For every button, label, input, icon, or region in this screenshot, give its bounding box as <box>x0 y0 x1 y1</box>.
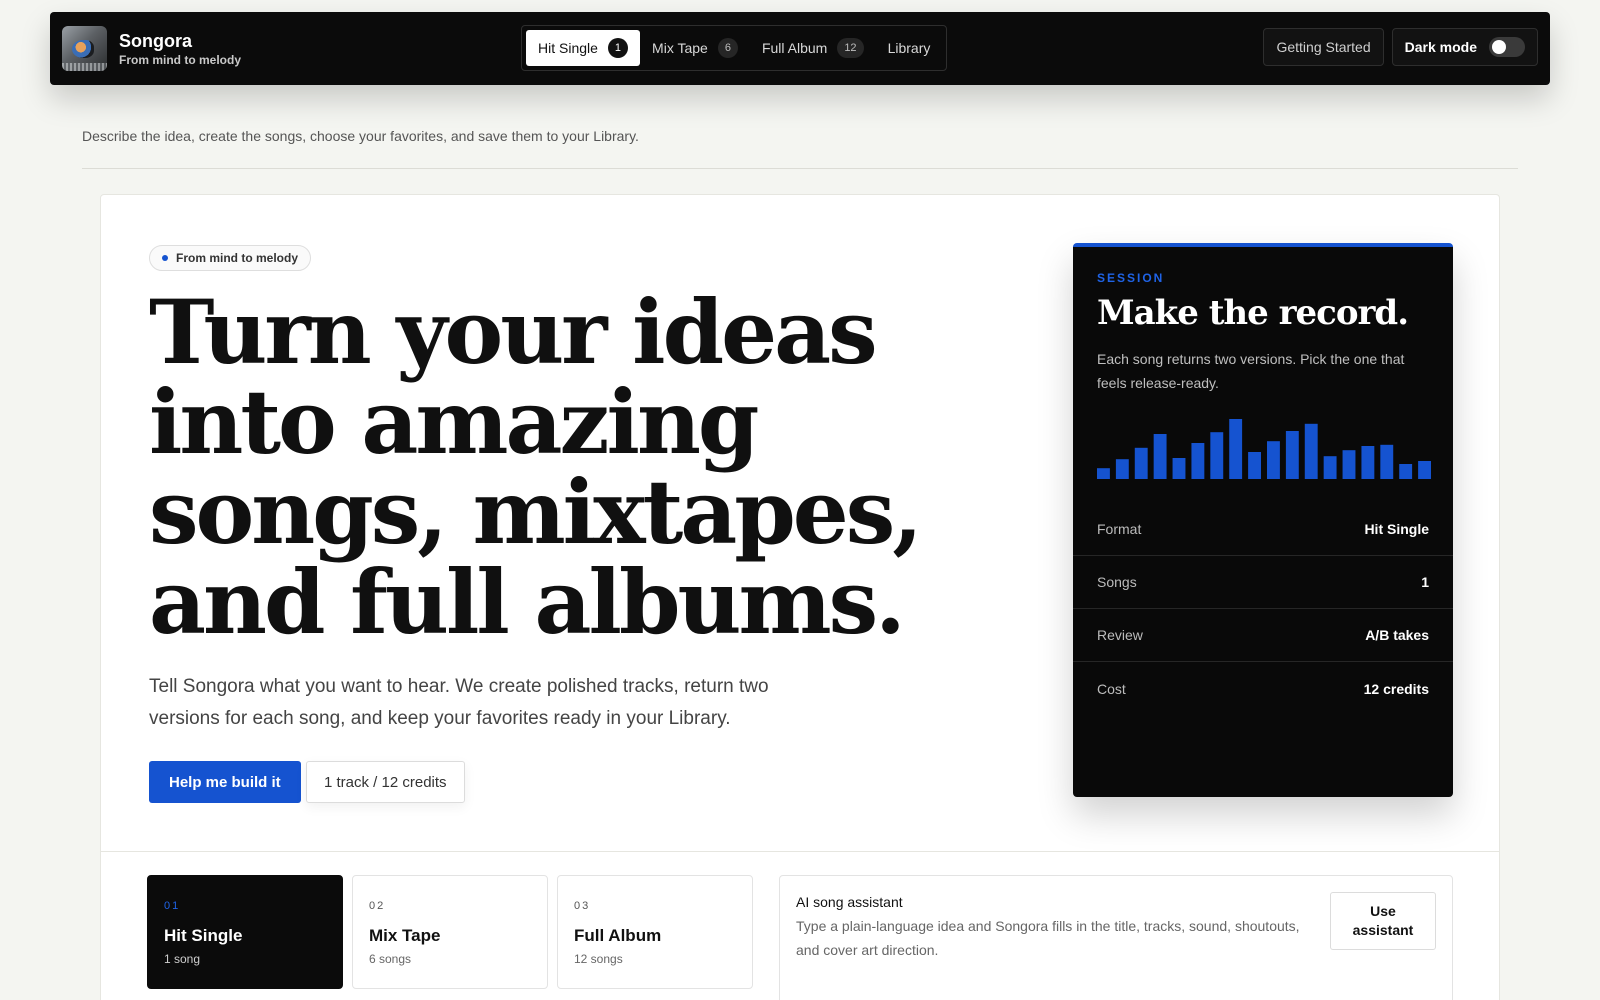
hero-card: From mind to melody Turn your ideas into… <box>100 194 1500 1000</box>
brand-name: Songora <box>119 30 193 51</box>
session-description: Each song returns two versions. Pick the… <box>1097 351 1405 391</box>
session-row-review: Review A/B takes <box>1073 609 1453 662</box>
session-row-cost: Cost 12 credits <box>1073 662 1453 715</box>
row-value: 1 <box>1421 574 1429 590</box>
tab-label: Mix Tape <box>652 40 708 56</box>
row-key: Songs <box>1097 574 1137 590</box>
dot-icon <box>162 255 168 261</box>
session-details: Format Hit Single Songs 1 Review A/B tak… <box>1073 503 1453 715</box>
session-row-songs: Songs 1 <box>1073 556 1453 609</box>
format-name: Hit Single <box>164 926 243 945</box>
brand[interactable]: Songora From mind to melody <box>62 26 512 71</box>
intro-text: Describe the idea, create the songs, cho… <box>82 128 639 144</box>
tab-label: Full Album <box>761 40 828 56</box>
row-key: Format <box>1097 521 1142 537</box>
dark-mode-label: Dark mode <box>1404 39 1477 55</box>
header-actions: Getting Started Dark mode <box>1263 28 1538 66</box>
brand-tagline: From mind to melody <box>119 52 242 67</box>
waveform-bar <box>1191 443 1205 479</box>
tab-mix-tape[interactable]: Mix Tape 6 <box>640 30 750 66</box>
tab-library[interactable]: Library <box>876 30 943 66</box>
row-value: 12 credits <box>1363 680 1429 697</box>
format-name: Full Album <box>574 926 662 945</box>
format-card-mix-tape[interactable]: 02 Mix Tape 6 songs <box>352 875 548 989</box>
hero-subtext: Tell Songora what you want to hear. We c… <box>149 676 769 729</box>
waveform-bar <box>1172 458 1186 479</box>
format-tabs: Hit Single 1 Mix Tape 6 Full Album 12 Li… <box>521 25 948 71</box>
dark-mode-toggle[interactable]: Dark mode <box>1391 28 1538 66</box>
format-card-hit-single[interactable]: 01 Hit Single 1 song <box>147 875 343 989</box>
hero-pill-label: From mind to melody <box>176 251 299 265</box>
logo-image <box>62 26 107 71</box>
waveform-bar <box>1418 461 1431 479</box>
getting-started-button[interactable]: Getting Started <box>1263 28 1384 66</box>
row-key: Review <box>1097 627 1143 643</box>
section-divider <box>101 851 1499 852</box>
waveform-bar <box>1115 459 1129 479</box>
format-number: 02 <box>369 900 386 912</box>
session-row-format: Format Hit Single <box>1073 503 1453 556</box>
assistant-description: Type a plain-language idea and Songora f… <box>796 918 1300 958</box>
waveform-bar <box>1210 432 1224 479</box>
waveform-bar <box>1285 431 1299 479</box>
session-title: Make the record. <box>1097 293 1409 333</box>
tab-count-badge: 6 <box>717 38 738 58</box>
ai-assistant-card: AI song assistant Type a plain-language … <box>779 875 1453 1000</box>
waveform-bar <box>1134 447 1148 479</box>
format-name: Mix Tape <box>369 926 441 945</box>
session-panel: SESSION Make the record. Each song retur… <box>1073 243 1453 797</box>
waveform-bar <box>1361 446 1375 479</box>
waveform-visualizer <box>1097 419 1431 479</box>
waveform-bar <box>1323 456 1337 479</box>
waveform-bar <box>1229 419 1243 479</box>
hero-pill: From mind to melody <box>149 245 312 271</box>
divider <box>82 168 1518 169</box>
waveform-bar <box>1097 468 1110 479</box>
hero-headline: Turn your ideas into amazing songs, mixt… <box>149 280 923 654</box>
tab-full-album[interactable]: Full Album 12 <box>750 30 876 66</box>
waveform-bar <box>1153 434 1167 479</box>
tab-count-badge: 1 <box>607 38 629 58</box>
row-value: A/B takes <box>1365 627 1429 643</box>
waveform-bar <box>1342 450 1356 479</box>
row-value: Hit Single <box>1364 521 1429 537</box>
use-assistant-button[interactable]: Use assistant <box>1330 892 1436 950</box>
waveform-bar <box>1304 423 1318 479</box>
help-me-build-button[interactable]: Help me build it <box>149 761 301 803</box>
format-number: 03 <box>574 900 591 912</box>
waveform-bar <box>1399 464 1413 479</box>
tab-label: Library <box>887 40 931 56</box>
tab-hit-single[interactable]: Hit Single 1 <box>526 30 641 66</box>
format-number: 01 <box>164 900 181 912</box>
tab-label: Hit Single <box>538 40 598 56</box>
tab-count-badge: 12 <box>837 38 864 58</box>
session-eyebrow: SESSION <box>1097 271 1165 285</box>
top-bar: Songora From mind to melody Hit Single 1… <box>50 12 1550 85</box>
format-meta: 1 song <box>164 952 201 966</box>
waveform-bar <box>1380 444 1394 479</box>
waveform-bar <box>1248 452 1261 479</box>
track-credits-button[interactable]: 1 track / 12 credits <box>306 761 465 803</box>
format-meta: 12 songs <box>574 952 623 966</box>
row-key: Cost <box>1097 680 1126 697</box>
waveform-bar <box>1267 441 1280 479</box>
toggle-switch[interactable] <box>1489 37 1525 57</box>
format-card-full-album[interactable]: 03 Full Album 12 songs <box>557 875 753 989</box>
format-meta: 6 songs <box>369 952 412 966</box>
